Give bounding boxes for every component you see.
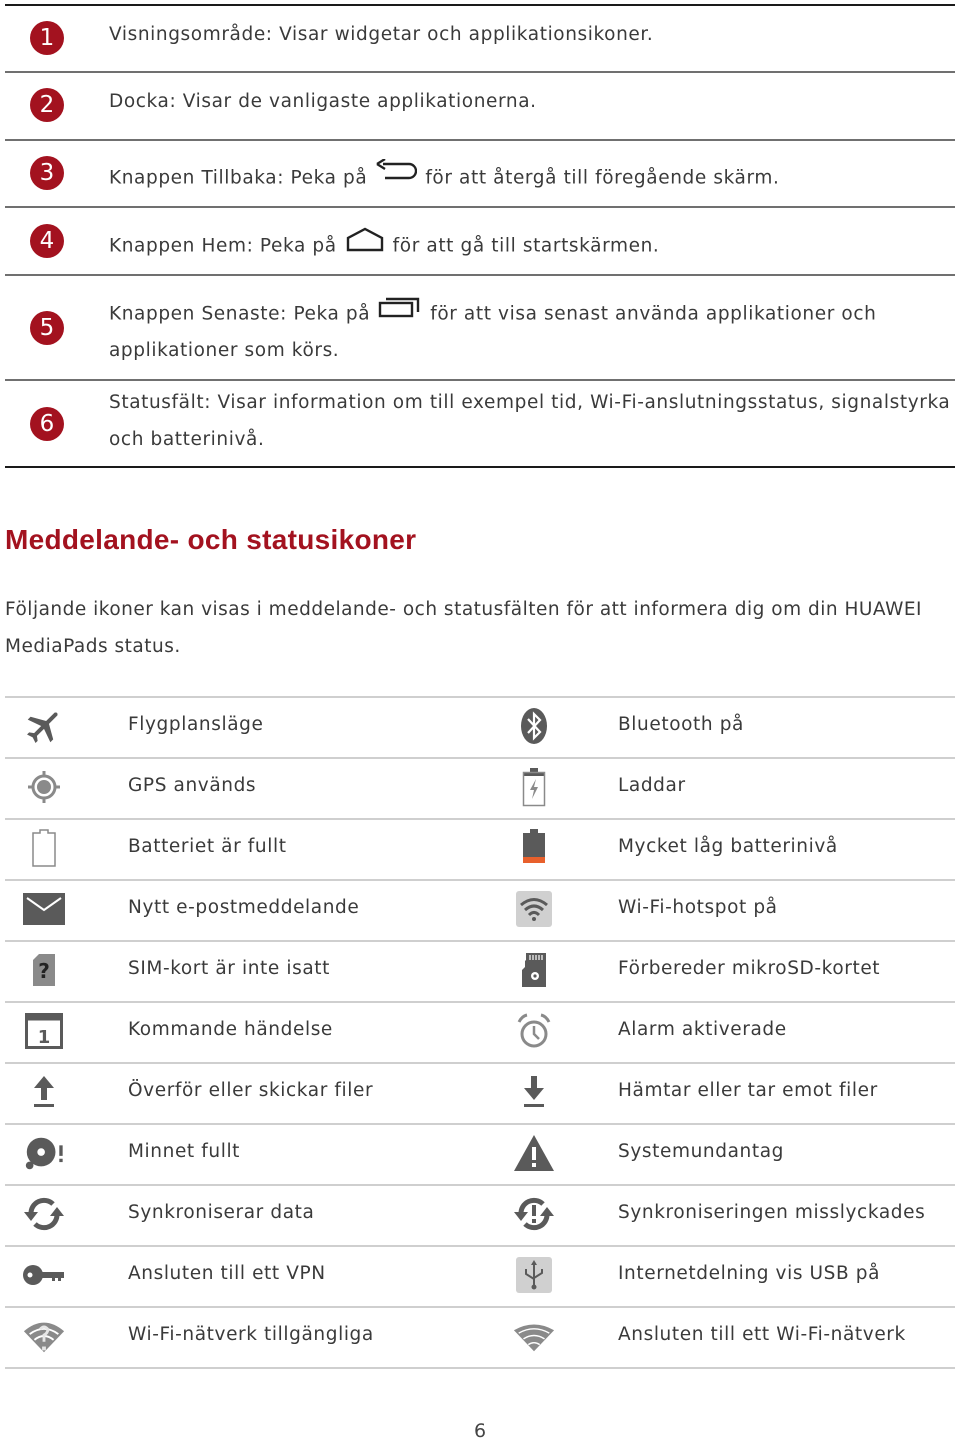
callout-text: Knappen Hem: Peka på för att gå till star… (109, 227, 659, 266)
memory-full-icon (22, 1131, 66, 1175)
icon-label: Nytt e-postmeddelande (128, 897, 360, 918)
vpn-key-icon (22, 1253, 66, 1297)
sync-error-icon (512, 1192, 556, 1236)
sim-missing-icon: ? (22, 948, 66, 992)
callout-text: Statusfält: Visar information om till ex… (109, 392, 951, 413)
recent-apps-icon (378, 295, 422, 334)
divider (5, 71, 955, 73)
callout-number: 2 (30, 88, 64, 122)
intro-line-1: Följande ikoner kan visas i meddelande- … (5, 599, 923, 620)
icon-label: Wi-Fi-hotspot på (618, 897, 778, 918)
callout-text: Docka: Visar de vanligaste applikationer… (109, 91, 537, 112)
callout-number: 6 (30, 407, 64, 441)
divider (5, 696, 955, 698)
icon-label: Batteriet är fullt (128, 836, 287, 857)
icon-label: Synkroniserar data (128, 1202, 315, 1223)
callout-text-before: Knappen Tillbaka: Peka på (109, 167, 368, 189)
divider (5, 940, 955, 942)
section-title: Meddelande- och statusikoner (5, 524, 417, 555)
callout-text: Knappen Senaste: Peka på för att visa sen… (109, 295, 876, 334)
microsd-icon (512, 948, 556, 992)
callout-text-line2: och batterinivå. (109, 429, 265, 450)
download-icon (512, 1070, 556, 1114)
icon-label: SIM-kort är inte isatt (128, 958, 330, 979)
icon-label: Internetdelning vis USB på (618, 1263, 881, 1284)
alarm-icon (512, 1009, 556, 1053)
battery-low-icon (512, 826, 556, 870)
gps-icon (22, 765, 66, 809)
callout-text: Visningsområde: Visar widgetar och appli… (109, 24, 654, 45)
calendar-icon: 1 (22, 1009, 66, 1053)
wifi-connected-icon (512, 1314, 556, 1358)
intro-line-2: MediaPads status. (5, 636, 181, 657)
divider (5, 818, 955, 820)
icon-label: Synkroniseringen misslyckades (618, 1202, 926, 1223)
table-bottom-rule (5, 466, 955, 468)
callout-number: 4 (30, 224, 64, 258)
callout-text-after: för att visa senast använda applikatione… (430, 303, 877, 325)
icon-label: Ansluten till ett Wi-Fi-nätverk (618, 1324, 906, 1345)
email-icon (22, 887, 66, 931)
home-icon (345, 227, 385, 266)
divider (5, 379, 955, 381)
calendar-day: 1 (38, 1027, 51, 1048)
icon-label: Ansluten till ett VPN (128, 1263, 326, 1284)
icon-label: Alarm aktiverade (618, 1019, 787, 1040)
callout-number: 3 (30, 156, 64, 190)
page-number: 6 (473, 1420, 487, 1442)
divider (5, 1062, 955, 1064)
icon-label: GPS används (128, 775, 257, 796)
callout-text-before: Knappen Hem: Peka på (109, 235, 337, 257)
icon-label: Laddar (618, 775, 686, 796)
icon-label: Wi-Fi-nätverk tillgängliga (128, 1324, 374, 1345)
warning-icon (512, 1131, 556, 1175)
section-intro: Följande ikoner kan visas i meddelande- … (5, 591, 945, 665)
usb-tethering-icon (512, 1253, 556, 1297)
divider (5, 757, 955, 759)
battery-charging-icon (512, 765, 556, 809)
divider (5, 1001, 955, 1003)
wifi-hotspot-icon (512, 887, 556, 931)
callout-number: 1 (30, 21, 64, 55)
svg-text:?: ? (38, 959, 50, 983)
divider (5, 139, 955, 141)
icon-label: Förbereder mikroSD-kortet (618, 958, 881, 979)
airplane-icon (22, 704, 66, 748)
callout-text-after: för att återgå till föregående skärm. (425, 167, 780, 189)
callout-text-before: Knappen Senaste: Peka på (109, 303, 371, 325)
bluetooth-icon (512, 704, 556, 748)
icon-label: Mycket låg batterinivå (618, 836, 838, 857)
divider (5, 1245, 955, 1247)
divider (5, 1184, 955, 1186)
callout-number: 5 (30, 311, 64, 345)
table-top-rule (5, 4, 955, 6)
icon-label: Flygplansläge (128, 714, 264, 735)
wifi-available-icon (22, 1314, 66, 1358)
divider (5, 1306, 955, 1308)
upload-icon (22, 1070, 66, 1114)
icon-label: Bluetooth på (618, 714, 744, 735)
divider (5, 274, 955, 276)
callout-text-after: för att gå till startskärmen. (392, 235, 660, 257)
divider (5, 1367, 955, 1369)
back-icon (375, 157, 418, 198)
icon-label: Överför eller skickar filer (128, 1080, 374, 1101)
icon-label: Systemundantag (618, 1141, 784, 1162)
sync-icon (22, 1192, 66, 1236)
callout-text: Knappen Tillbaka: Peka på för att återgå … (109, 157, 780, 198)
icon-label: Hämtar eller tar emot filer (618, 1080, 878, 1101)
divider (5, 1123, 955, 1125)
icon-label: Minnet fullt (128, 1141, 241, 1162)
divider (5, 879, 955, 881)
divider (5, 206, 955, 208)
battery-full-icon (22, 826, 66, 870)
callout-text-line2: applikationer som körs. (109, 340, 340, 361)
icon-label: Kommande händelse (128, 1019, 333, 1040)
